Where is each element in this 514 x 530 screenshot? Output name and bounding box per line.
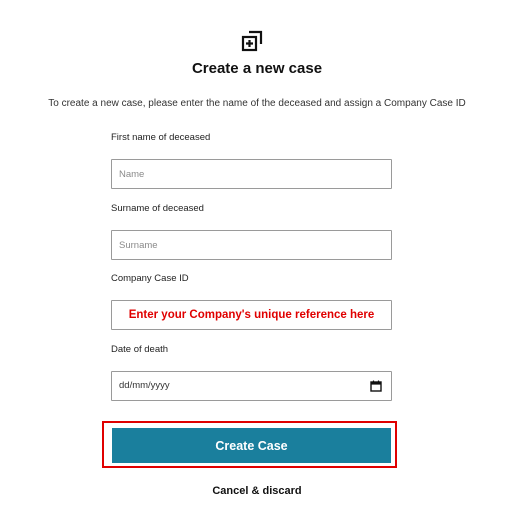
case-id-label: Company Case ID <box>111 273 189 284</box>
add-case-icon <box>241 30 263 52</box>
page-title: Create a new case <box>191 60 323 77</box>
calendar-icon[interactable] <box>370 380 382 392</box>
date-of-death-input[interactable]: dd/mm/yyyy <box>111 371 392 401</box>
page-subtitle: To create a new case, please enter the n… <box>48 98 466 109</box>
first-name-label: First name of deceased <box>111 132 211 143</box>
surname-label: Surname of deceased <box>111 203 204 214</box>
date-placeholder: dd/mm/yyyy <box>119 380 170 391</box>
first-name-field-box <box>111 159 392 189</box>
surname-input[interactable] <box>112 231 391 259</box>
cancel-discard-link[interactable]: Cancel & discard <box>0 485 514 497</box>
case-id-reference-text: Enter your Company's unique reference he… <box>128 309 375 321</box>
first-name-input[interactable] <box>112 160 391 188</box>
case-id-input[interactable]: Enter your Company's unique reference he… <box>111 300 392 330</box>
date-of-death-label: Date of death <box>111 344 169 355</box>
create-case-button[interactable]: Create Case <box>112 428 391 463</box>
surname-field-box <box>111 230 392 260</box>
